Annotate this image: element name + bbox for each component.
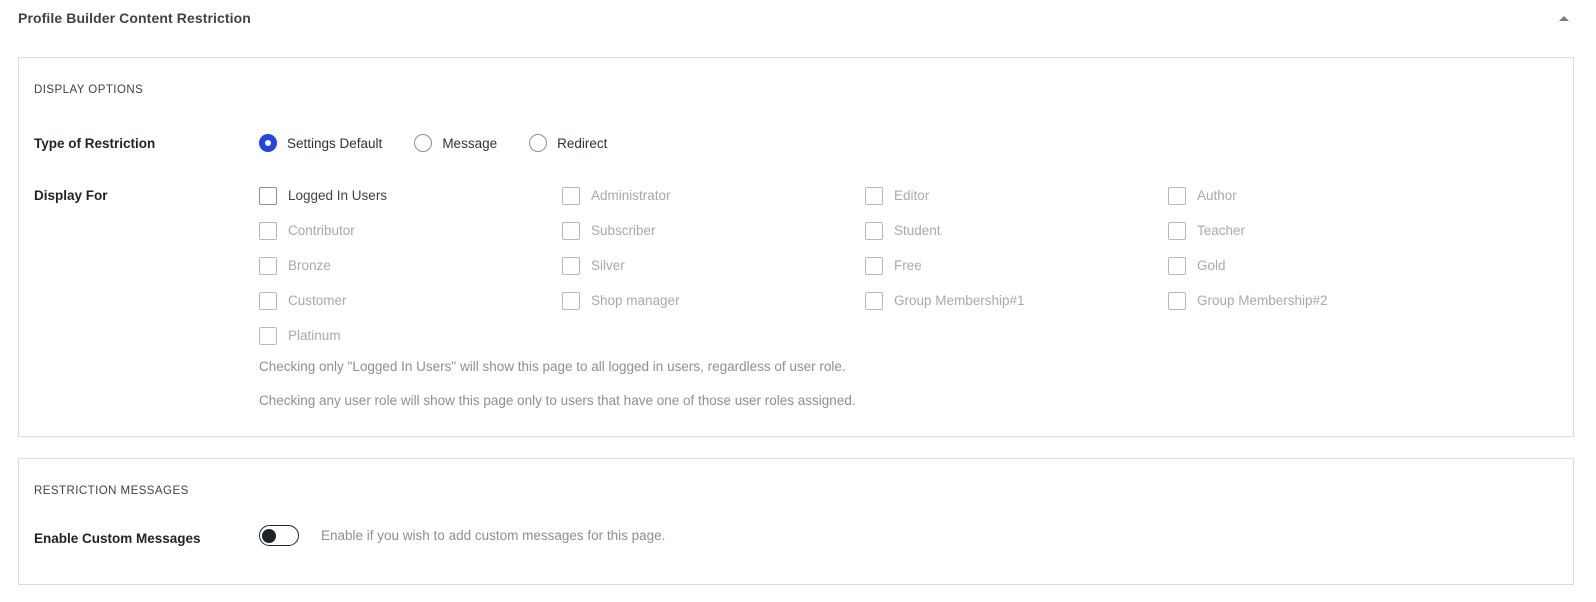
radio-settings-default[interactable]: Settings Default	[259, 134, 382, 152]
checkbox-mark-icon	[259, 256, 277, 275]
checkbox-mark-icon	[1168, 186, 1186, 205]
metabox-header: Profile Builder Content Restriction	[0, 0, 1596, 36]
display-for-checkbox-grid: Logged In Users Administrator Editor Aut…	[259, 178, 1559, 353]
checkbox-label: Teacher	[1197, 223, 1246, 238]
radio-message[interactable]: Message	[414, 134, 497, 152]
type-of-restriction-label: Type of Restriction	[34, 136, 156, 151]
checkbox-editor[interactable]: Editor	[865, 186, 1168, 205]
checkbox-subscriber[interactable]: Subscriber	[562, 221, 865, 240]
restriction-messages-section-label: RESTRICTION MESSAGES	[34, 485, 189, 497]
checkbox-mark-icon	[1168, 221, 1186, 240]
radio-mark-icon	[529, 134, 548, 152]
page-title: Profile Builder Content Restriction	[18, 10, 251, 26]
checkbox-mark-icon	[562, 186, 580, 205]
checkbox-label: Logged In Users	[288, 188, 388, 203]
checkbox-label: Editor	[894, 188, 930, 203]
display-for-notes: Checking only "Logged In Users" will sho…	[259, 360, 856, 427]
radio-redirect[interactable]: Redirect	[529, 134, 607, 152]
checkbox-label: Shop manager	[591, 293, 680, 308]
toggle-knob-icon	[262, 528, 276, 543]
checkbox-group-membership-1[interactable]: Group Membership#1	[865, 291, 1168, 310]
checkbox-administrator[interactable]: Administrator	[562, 186, 865, 205]
enable-custom-messages-toggle[interactable]	[259, 525, 299, 546]
restriction-messages-panel: RESTRICTION MESSAGES Enable Custom Messa…	[18, 458, 1574, 585]
checkbox-label: Bronze	[288, 258, 331, 273]
checkbox-mark-icon	[259, 326, 277, 345]
display-for-label: Display For	[34, 188, 108, 203]
checkbox-row: Contributor Subscriber Student Teacher	[259, 213, 1559, 248]
checkbox-label: Student	[894, 223, 941, 238]
checkbox-label: Group Membership#2	[1197, 293, 1328, 308]
checkbox-author[interactable]: Author	[1168, 186, 1471, 205]
enable-custom-messages-label: Enable Custom Messages	[34, 531, 201, 546]
checkbox-mark-icon	[865, 256, 883, 275]
checkbox-group-membership-2[interactable]: Group Membership#2	[1168, 291, 1471, 310]
display-options-section-label: DISPLAY OPTIONS	[34, 84, 144, 96]
checkbox-label: Administrator	[591, 188, 671, 203]
type-of-restriction-radio-group: Settings Default Message Redirect	[259, 134, 639, 152]
checkbox-platinum[interactable]: Platinum	[259, 326, 562, 345]
radio-mark-icon	[259, 134, 277, 152]
checkbox-row: Bronze Silver Free Gold	[259, 248, 1559, 283]
checkbox-silver[interactable]: Silver	[562, 256, 865, 275]
checkbox-label: Group Membership#1	[894, 293, 1025, 308]
checkbox-customer[interactable]: Customer	[259, 291, 562, 310]
caret-up-icon	[1559, 15, 1569, 21]
checkbox-label: Gold	[1197, 258, 1226, 273]
checkbox-mark-icon	[865, 186, 883, 205]
note-user-roles: Checking any user role will show this pa…	[259, 392, 856, 408]
checkbox-label: Free	[894, 258, 922, 273]
radio-mark-icon	[414, 134, 433, 152]
checkbox-row: Logged In Users Administrator Editor Aut…	[259, 178, 1559, 213]
checkbox-gold[interactable]: Gold	[1168, 256, 1471, 275]
checkbox-mark-icon	[865, 221, 883, 240]
checkbox-shop-manager[interactable]: Shop manager	[562, 291, 865, 310]
collapse-metabox-button[interactable]	[1550, 4, 1578, 32]
checkbox-mark-icon	[259, 221, 277, 240]
note-logged-in-users: Checking only "Logged In Users" will sho…	[259, 359, 846, 374]
checkbox-label: Contributor	[288, 223, 355, 238]
checkbox-mark-icon	[259, 186, 277, 205]
enable-custom-messages-description: Enable if you wish to add custom message…	[321, 528, 666, 543]
checkbox-free[interactable]: Free	[865, 256, 1168, 275]
checkbox-teacher[interactable]: Teacher	[1168, 221, 1471, 240]
checkbox-mark-icon	[1168, 291, 1186, 310]
checkbox-row: Customer Shop manager Group Membership#1…	[259, 283, 1559, 318]
checkbox-mark-icon	[865, 291, 883, 310]
radio-label: Settings Default	[287, 135, 383, 151]
checkbox-label: Platinum	[288, 328, 341, 343]
checkbox-contributor[interactable]: Contributor	[259, 221, 562, 240]
checkbox-bronze[interactable]: Bronze	[259, 256, 562, 275]
checkbox-mark-icon	[562, 221, 580, 240]
display-options-panel: DISPLAY OPTIONS Type of Restriction Sett…	[18, 57, 1574, 437]
checkbox-student[interactable]: Student	[865, 221, 1168, 240]
checkbox-row: Platinum	[259, 318, 1559, 353]
radio-label: Redirect	[557, 135, 608, 151]
enable-custom-messages-row: Enable if you wish to add custom message…	[259, 525, 665, 546]
radio-label: Message	[442, 135, 498, 151]
checkbox-label: Subscriber	[591, 223, 656, 238]
checkbox-mark-icon	[562, 291, 580, 310]
checkbox-logged-in-users[interactable]: Logged In Users	[259, 186, 562, 205]
checkbox-mark-icon	[1168, 256, 1186, 275]
checkbox-mark-icon	[259, 291, 277, 310]
checkbox-mark-icon	[562, 256, 580, 275]
checkbox-label: Customer	[288, 293, 347, 308]
checkbox-label: Silver	[591, 258, 625, 273]
checkbox-label: Author	[1197, 188, 1237, 203]
